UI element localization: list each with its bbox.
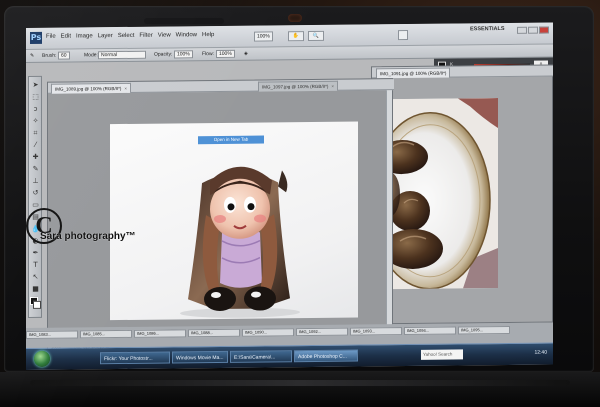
document-window-1: IMG_1089.jpg @ 100% (RGB/8*) × IMG_1097.j… [47, 78, 394, 352]
path-select-tool-icon[interactable]: ↖ [31, 273, 40, 282]
minimized-doc[interactable]: IMG_1094... [404, 326, 456, 336]
tools-panel: ➤ ⬚ ↄ ✧ ⌗ ⁄ ✚ ✎ ⊥ ↺ ▭ ▤ 💧 ◐ ✒ T ↖ ■ [28, 75, 42, 318]
menu-view[interactable]: View [158, 32, 171, 38]
minimize-button[interactable] [517, 26, 527, 34]
webcam-icon [288, 14, 302, 22]
zoom-level[interactable]: 100% [254, 31, 273, 42]
mode-select[interactable]: Normal [98, 50, 146, 60]
minimized-doc[interactable]: IMG_1085... [80, 329, 132, 339]
eyedropper-tool-icon[interactable]: ⁄ [31, 141, 40, 150]
zoom-tool-icon[interactable]: 🔍 [308, 30, 324, 42]
brush-size[interactable]: 60 [58, 51, 70, 60]
laptop-base [0, 372, 600, 407]
menu-window[interactable]: Window [176, 32, 197, 38]
menu-filter[interactable]: Filter [139, 33, 152, 39]
photo-background: Ps File Edit Image Layer Select Filter V… [0, 0, 600, 407]
maximize-button[interactable] [528, 26, 538, 34]
menu-file[interactable]: File [46, 34, 56, 40]
move-tool-icon[interactable]: ➤ [31, 81, 40, 90]
opacity-input[interactable]: 100% [174, 50, 193, 59]
brush-tool-icon[interactable]: ✎ [31, 165, 40, 174]
flow-input[interactable]: 100% [216, 49, 235, 59]
laptop-hinge [30, 380, 570, 386]
quick-select-tool-icon[interactable]: ✧ [31, 117, 40, 126]
menu-image[interactable]: Image [76, 33, 93, 39]
menu-select[interactable]: Select [118, 33, 135, 39]
marquee-tool-icon[interactable]: ⬚ [31, 93, 40, 102]
minimized-doc[interactable]: IMG_1088... [188, 328, 240, 338]
menu-layer[interactable]: Layer [98, 33, 113, 39]
pen-tool-icon[interactable]: ✒ [31, 249, 40, 258]
arrange-documents-icon[interactable] [398, 29, 408, 41]
document-1-tab-inactive[interactable]: IMG_1097.jpg @ 100% (RGB/8*) × [258, 80, 338, 92]
taskbar-button-photoshop[interactable]: Adobe Photoshop C... [294, 349, 358, 363]
clone-stamp-tool-icon[interactable]: ⊥ [31, 177, 40, 186]
minimized-doc[interactable]: IMG_1093... [350, 327, 402, 336]
close-button[interactable] [539, 26, 549, 34]
main-menu: File Edit Image Layer Select Filter View… [46, 32, 214, 40]
brush-label: Brush: [42, 52, 57, 59]
watermark-text: Sara photography™ [40, 231, 136, 242]
taskbar-button-explorer[interactable]: E:\Sara\Camera\... [230, 350, 292, 363]
background-color-swatch[interactable] [33, 300, 41, 309]
laptop-screen: Ps File Edit Image Layer Select Filter V… [26, 22, 553, 370]
menu-help[interactable]: Help [202, 32, 214, 38]
bezel-strip [144, 18, 224, 24]
document-1-canvas[interactable]: Open in New Tab [110, 121, 358, 321]
opacity-label: Opacity: [154, 51, 173, 58]
document-2-canvas[interactable] [378, 98, 498, 290]
airbrush-icon[interactable]: ◈ [244, 51, 248, 57]
window-controls [517, 26, 549, 34]
windows-start-button[interactable] [34, 350, 50, 367]
document-2-tab-label: IMG_1091.jpg @ 100% (RGB/8*) [380, 70, 447, 77]
document-1-tabbar: IMG_1089.jpg @ 100% (RGB/8*) × IMG_1097.j… [48, 79, 394, 94]
close-tab-icon[interactable]: × [331, 84, 334, 89]
crop-tool-icon[interactable]: ⌗ [31, 129, 40, 138]
taskbar-button-movie-maker[interactable]: Windows Movie Ma... [172, 350, 228, 364]
mode-label: Mode: [84, 52, 98, 59]
minimized-doc[interactable]: IMG_1090... [242, 328, 294, 337]
flow-label: Flow: [202, 51, 214, 58]
taskbar-button-flickr[interactable]: Flickr: Your Photostr... [100, 351, 170, 365]
close-tab-icon[interactable]: × [124, 86, 127, 91]
photoshop-logo-icon: Ps [30, 31, 42, 44]
system-clock: 12:40 [534, 349, 547, 356]
minimized-doc[interactable]: IMG_1092... [296, 327, 348, 337]
brush-tool-icon[interactable]: ✎ [30, 53, 34, 59]
document-1-tab-active[interactable]: IMG_1089.jpg @ 100% (RGB/8*) × [51, 82, 131, 94]
dates-plate-photo [378, 98, 498, 290]
healing-tool-icon[interactable]: ✚ [31, 153, 40, 162]
history-brush-tool-icon[interactable]: ↺ [31, 189, 40, 198]
vertical-scrollbar[interactable] [386, 90, 392, 339]
shape-tool-icon[interactable]: ■ [31, 285, 40, 294]
document-1-tab-2-label: IMG_1097.jpg @ 100% (RGB/8*) [262, 83, 329, 90]
taskbar-search-input[interactable]: Yahoo! Search [421, 349, 463, 360]
menu-edit[interactable]: Edit [61, 34, 71, 40]
laptop-bezel: Ps File Edit Image Layer Select Filter V… [4, 6, 594, 372]
windows-taskbar: Flickr: Your Photostr... Windows Movie M… [26, 342, 553, 370]
doll-figurine-photo [180, 166, 300, 318]
document-2-tab[interactable]: IMG_1091.jpg @ 100% (RGB/8*) [376, 67, 451, 79]
document-window-2: IMG_1091.jpg @ 100% (RGB/8*) [371, 64, 553, 325]
type-tool-icon[interactable]: T [31, 261, 40, 270]
document-2-tabbar: IMG_1091.jpg @ 100% (RGB/8*) [372, 65, 553, 79]
minimized-doc[interactable]: IMG_1086... [134, 329, 186, 338]
minimized-doc[interactable]: IMG_1083... [26, 330, 78, 339]
hand-tool-icon[interactable]: ✋ [288, 31, 304, 42]
lasso-tool-icon[interactable]: ↄ [31, 105, 40, 114]
minimized-doc[interactable]: IMG_1095... [458, 325, 510, 335]
workspace-switcher[interactable]: ESSENTIALS [470, 26, 505, 32]
document-1-tab-label: IMG_1089.jpg @ 100% (RGB/8*) [55, 86, 122, 92]
